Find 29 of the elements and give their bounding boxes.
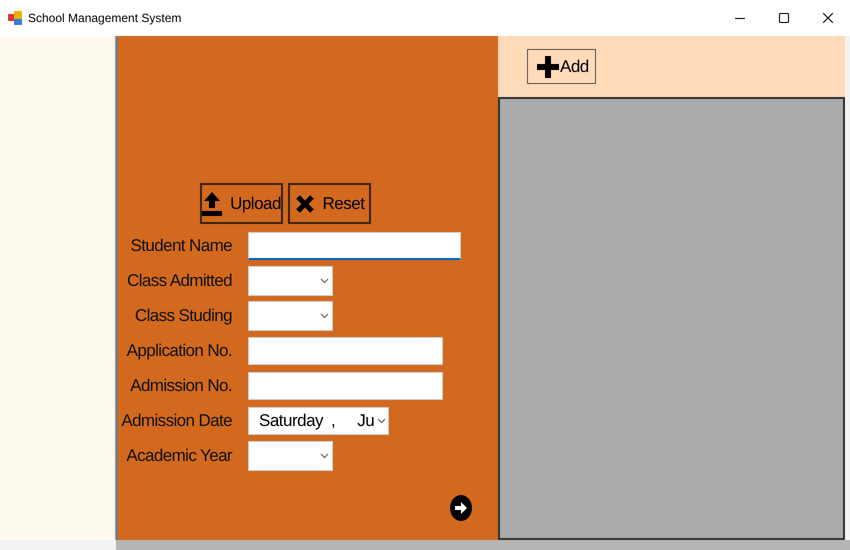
field-label: Admission Date [120, 410, 232, 432]
dropdown-field[interactable] [248, 266, 333, 296]
chevron-down-icon [377, 418, 386, 424]
close-icon [823, 13, 833, 23]
chevron-down-icon [320, 312, 329, 318]
text-field[interactable] [248, 372, 443, 400]
text-field[interactable] [248, 232, 461, 260]
reset-button[interactable]: Reset [288, 183, 371, 224]
close-icon [294, 194, 315, 214]
text-field[interactable] [248, 336, 443, 364]
field-label: Class Studing [134, 304, 232, 327]
app-icon [8, 11, 22, 25]
upload-button[interactable]: Upload [200, 183, 283, 224]
plus-icon [537, 56, 559, 78]
chevron-down-icon [320, 278, 329, 284]
date-picker[interactable]: Saturday , Ju [248, 406, 389, 434]
maximize-icon [779, 13, 789, 23]
chevron-down-icon [320, 452, 329, 458]
field-label: Student Name [130, 234, 232, 257]
add-button[interactable]: Add [527, 49, 596, 84]
dropdown-field[interactable] [248, 440, 333, 470]
field-label: Admission No. [129, 374, 232, 397]
field-label: Application No. [126, 340, 232, 362]
field-label: Academic Year [125, 444, 232, 467]
dropdown-field[interactable] [248, 300, 333, 330]
field-label: Class Admitted [126, 270, 232, 292]
arrow-right-icon[interactable] [450, 495, 472, 521]
window-title: School Management System [28, 10, 182, 27]
upload-icon [202, 190, 222, 216]
